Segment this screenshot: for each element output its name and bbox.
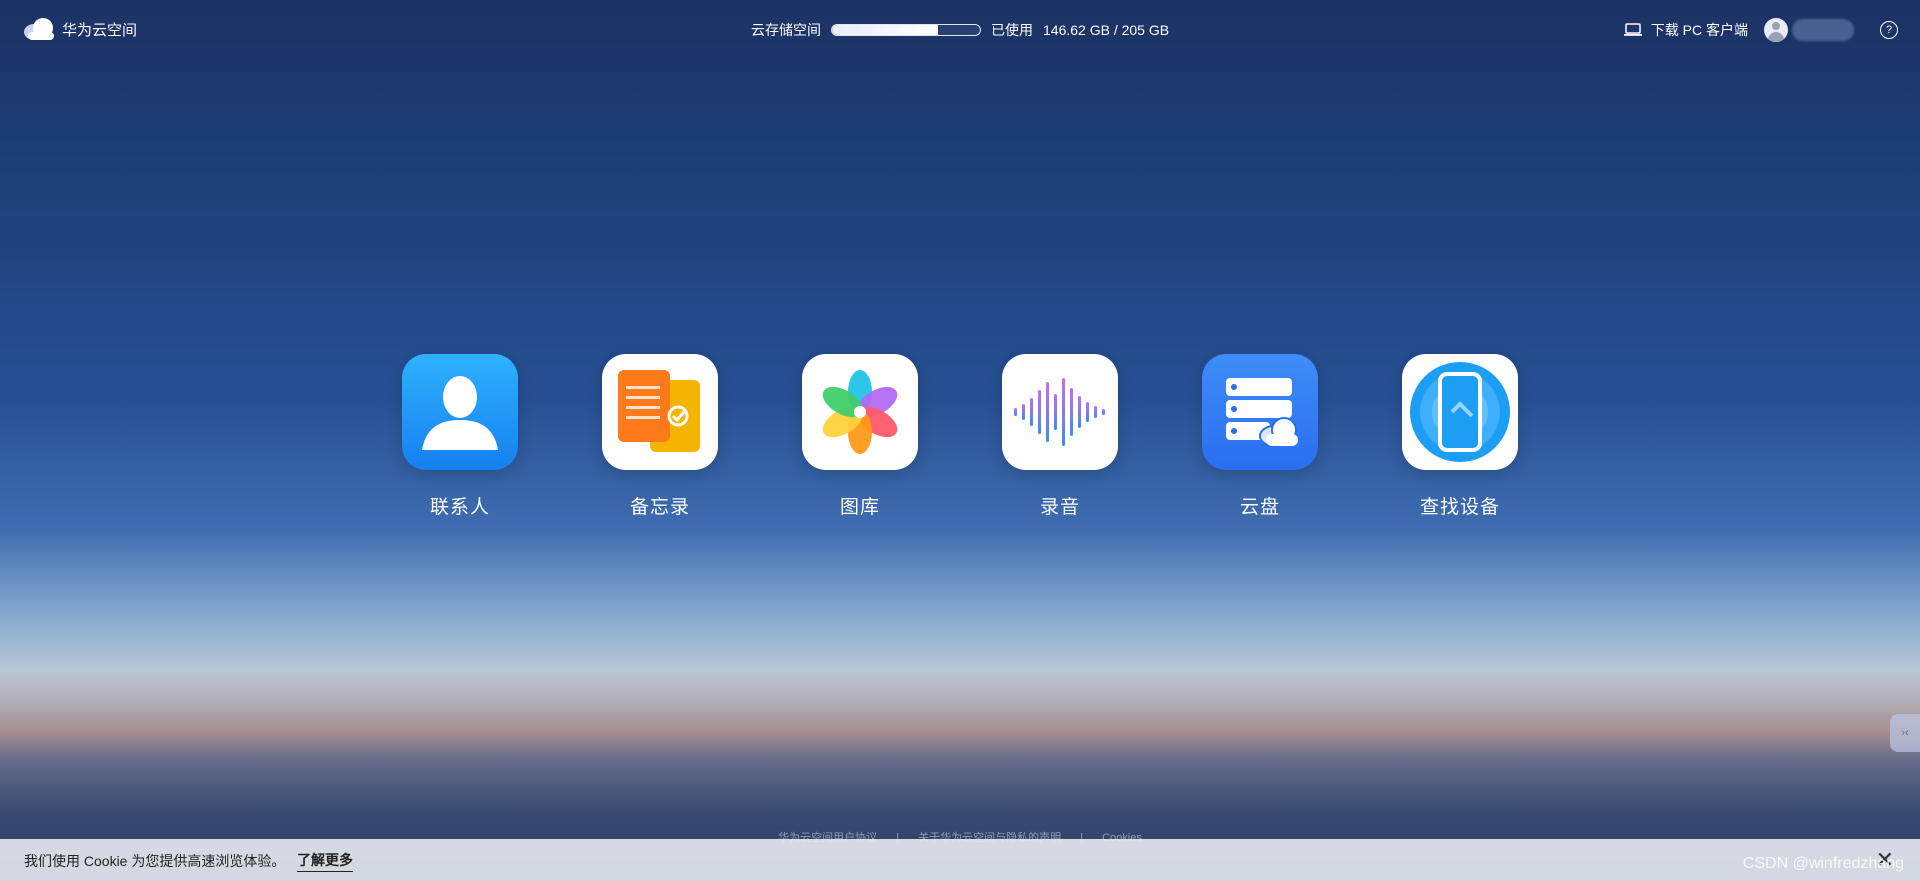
storage-label: 云存储空间 — [751, 22, 821, 38]
app-recorder[interactable]: 录音 — [1002, 354, 1118, 519]
laptop-icon — [1623, 23, 1642, 36]
side-tab-icon: ›‹ — [1901, 727, 1909, 739]
app-gallery[interactable]: 图库 — [802, 354, 918, 519]
download-label: 下载 PC 客户端 — [1650, 22, 1748, 38]
avatar[interactable] — [1764, 18, 1788, 42]
storage-progress-bar — [831, 24, 981, 36]
watermark: CSDN @winfredzhang — [1742, 855, 1904, 872]
storage-value: 146.62 GB / 205 GB — [1043, 22, 1170, 38]
storage-indicator: 云存储空间 已使用 146.62 GB / 205 GB — [751, 20, 1169, 40]
cookie-text: 我们使用 Cookie 为您提供高速浏览体验。 — [24, 853, 286, 869]
logo-text: 华为云空间 — [62, 21, 138, 39]
side-feedback-tab[interactable]: ›‹ — [1890, 714, 1920, 752]
find-device-icon[interactable] — [1402, 354, 1518, 470]
storage-progress-fill — [832, 25, 938, 35]
username-redacted[interactable] — [1792, 19, 1854, 41]
recorder-icon[interactable] — [1002, 354, 1118, 470]
cloud-drive-icon[interactable] — [1202, 354, 1318, 470]
header-tools: 下载 PC 客户端 ? — [1623, 18, 1898, 42]
app-label: 查找设备 — [1419, 497, 1500, 518]
notes-icon[interactable] — [602, 354, 718, 470]
gallery-icon[interactable] — [802, 354, 918, 470]
download-pc-client-button[interactable]: 下载 PC 客户端 — [1623, 20, 1748, 40]
app-label: 图库 — [839, 497, 880, 518]
app-notes[interactable]: 备忘录 — [602, 354, 718, 519]
app-label: 备忘录 — [629, 497, 690, 518]
cookie-banner: 我们使用 Cookie 为您提供高速浏览体验。 了解更多 ✕ — [0, 839, 1920, 881]
app-cloud-drive[interactable]: 云盘 — [1202, 354, 1318, 519]
app-grid: 联系人 备忘录 图库 录音 云盘 查找设备 — [402, 354, 1518, 519]
used-label: 已使用 — [991, 22, 1033, 38]
contacts-icon[interactable] — [402, 354, 518, 470]
learn-more-link[interactable]: 了解更多 — [297, 850, 353, 872]
logo[interactable]: 华为云空间 — [22, 16, 137, 42]
help-icon[interactable]: ? — [1880, 21, 1898, 39]
app-label: 云盘 — [1239, 497, 1280, 518]
app-label: 联系人 — [429, 497, 490, 518]
app-label: 录音 — [1039, 497, 1080, 518]
top-bar: 华为云空间 云存储空间 已使用 146.62 GB / 205 GB 下载 PC… — [0, 0, 1920, 62]
app-contacts[interactable]: 联系人 — [402, 354, 518, 519]
app-find-device[interactable]: 查找设备 — [1402, 354, 1518, 519]
cloud-logo-icon — [24, 18, 54, 40]
